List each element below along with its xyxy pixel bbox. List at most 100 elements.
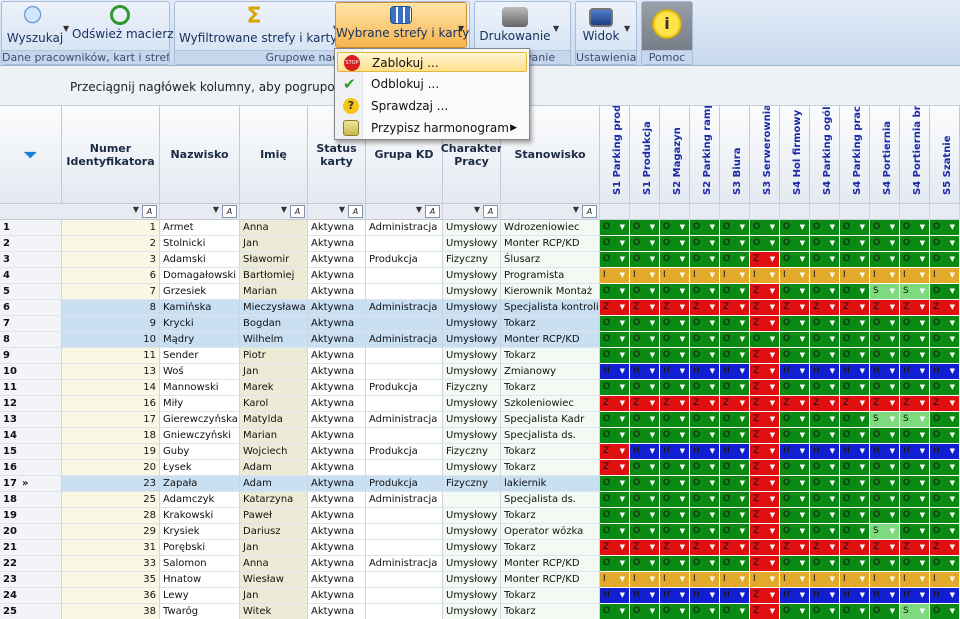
zone-access-cell[interactable]: Z ▼ [750,380,780,396]
print-button[interactable]: Drukowanie [479,5,551,49]
zone-access-cell[interactable]: O ▼ [780,508,810,524]
table-cell-pos[interactable]: Wdrozeniowiec [501,220,600,236]
chevron-down-icon[interactable]: ▼ [800,540,805,555]
zone-access-cell[interactable]: O ▼ [720,524,750,540]
chevron-down-icon[interactable]: ▼ [680,348,685,363]
filter-cell[interactable] [840,204,870,220]
chevron-down-icon[interactable]: ▼ [860,476,865,491]
chevron-down-icon[interactable]: ▼ [830,476,835,491]
zone-access-cell[interactable]: Z ▼ [750,300,780,316]
filter-cell[interactable] [630,204,660,220]
zone-access-cell[interactable]: O ▼ [600,556,630,572]
zone-access-cell[interactable]: H ▼ [660,588,690,604]
table-cell-last[interactable]: Twaróg [160,604,240,619]
zone-access-cell[interactable]: O ▼ [780,380,810,396]
table-cell-work[interactable]: Fizyczny [443,380,501,396]
table-cell-last[interactable]: Salomon [160,556,240,572]
zone-access-cell[interactable]: I ▼ [840,268,870,284]
zone-access-cell[interactable]: H ▼ [780,444,810,460]
zone-access-cell[interactable]: Z ▼ [750,540,780,556]
zone-access-cell[interactable]: Z ▼ [720,300,750,316]
chevron-down-icon[interactable]: ▼ [620,412,625,427]
chevron-down-icon[interactable]: ▼ [680,460,685,475]
table-cell-id[interactable]: 2 [62,236,160,252]
table-row[interactable]: 22 33 Salomon Anna Aktywna Administracja Umysł… [0,556,960,572]
chevron-down-icon[interactable]: ▼ [950,492,955,507]
table-cell-grp[interactable] [366,268,443,284]
table-cell-last[interactable]: Domagałowski [160,268,240,284]
chevron-down-icon[interactable]: ▼ [950,332,955,347]
zone-access-cell[interactable]: O ▼ [600,284,630,300]
table-cell-work[interactable]: Fizyczny [443,476,501,492]
filter-dropdown-icon[interactable]: ▼ [281,205,287,214]
zone-access-cell[interactable]: O ▼ [900,556,930,572]
zone-access-cell[interactable]: Z ▼ [750,556,780,572]
table-row[interactable]: 15 19 Guby Wojciech Aktywna Produkcja Fizyczny… [0,444,960,460]
table-cell-pos[interactable]: Kierownik Montaż [501,284,600,300]
chevron-down-icon[interactable]: ▼ [890,396,895,411]
table-cell-grp[interactable] [366,524,443,540]
table-cell-last[interactable]: Gniewczyński [160,428,240,444]
zone-access-cell[interactable]: I ▼ [900,268,930,284]
zone-access-cell[interactable]: H ▼ [780,364,810,380]
zone-access-cell[interactable]: O ▼ [720,604,750,619]
zone-access-cell[interactable]: O ▼ [870,460,900,476]
zone-access-cell[interactable]: O ▼ [810,220,840,236]
chevron-down-icon[interactable]: ▼ [920,540,925,555]
chevron-down-icon[interactable]: ▼ [680,540,685,555]
chevron-down-icon[interactable]: ▼ [890,476,895,491]
filter-cell[interactable] [780,204,810,220]
chevron-down-icon[interactable]: ▼ [800,444,805,459]
chevron-down-icon[interactable]: ▼ [620,604,625,619]
zone-access-cell[interactable]: O ▼ [720,332,750,348]
table-cell-id[interactable]: 38 [62,604,160,619]
chevron-down-icon[interactable]: ▼ [710,236,715,251]
chevron-down-icon[interactable]: ▼ [620,556,625,571]
zone-access-cell[interactable]: O ▼ [930,524,960,540]
table-cell-pos[interactable]: Tokarz [501,588,600,604]
zone-access-cell[interactable]: O ▼ [900,380,930,396]
chevron-down-icon[interactable]: ▼ [740,364,745,379]
zone-access-cell[interactable]: I ▼ [720,572,750,588]
zone-access-cell[interactable]: O ▼ [870,604,900,619]
zone-access-cell[interactable]: O ▼ [690,492,720,508]
chevron-down-icon[interactable]: ▼ [800,588,805,603]
chevron-down-icon[interactable]: ▼ [890,300,895,315]
zone-access-cell[interactable]: O ▼ [840,284,870,300]
chevron-down-icon[interactable]: ▼ [740,380,745,395]
chevron-down-icon[interactable]: ▼ [458,24,464,33]
table-row[interactable]: 3 3 Adamski Sławomir Aktywna Produkcja Fizyczn… [0,252,960,268]
zone-access-cell[interactable]: I ▼ [600,268,630,284]
zone-access-cell[interactable]: O ▼ [690,460,720,476]
chevron-down-icon[interactable]: ▼ [710,348,715,363]
zone-access-cell[interactable]: O ▼ [810,380,840,396]
zone-access-cell[interactable]: I ▼ [660,268,690,284]
chevron-down-icon[interactable]: ▼ [830,348,835,363]
table-cell-last[interactable]: Mannowski [160,380,240,396]
chevron-down-icon[interactable]: ▼ [860,572,865,587]
table-cell-first[interactable]: Adam [240,460,308,476]
zone-access-cell[interactable]: O ▼ [810,604,840,619]
table-cell-pos[interactable]: Monter RCP/KD [501,556,600,572]
chevron-down-icon[interactable]: ▼ [740,412,745,427]
zone-access-cell[interactable]: O ▼ [600,412,630,428]
table-cell-grp[interactable] [366,460,443,476]
table-row[interactable]: 2 2 Stolnicki Jan Aktywna Umysłowy Monter RCP/… [0,236,960,252]
zone-access-cell[interactable]: O ▼ [840,332,870,348]
zone-access-cell[interactable]: O ▼ [630,236,660,252]
chevron-down-icon[interactable]: ▼ [950,300,955,315]
row-number[interactable]: 9 [0,348,62,364]
chevron-down-icon[interactable]: ▼ [860,316,865,331]
zone-access-cell[interactable]: I ▼ [750,572,780,588]
chevron-down-icon[interactable]: ▼ [620,540,625,555]
chevron-down-icon[interactable]: ▼ [650,572,655,587]
filter-cell[interactable] [810,204,840,220]
table-cell-last[interactable]: Mądry [160,332,240,348]
zone-access-cell[interactable]: Z ▼ [600,460,630,476]
table-cell-work[interactable]: Umysłowy [443,588,501,604]
chevron-down-icon[interactable]: ▼ [770,300,775,315]
table-cell-first[interactable]: Paweł [240,508,308,524]
zone-access-cell[interactable]: O ▼ [780,236,810,252]
table-cell-status[interactable]: Aktywna [308,508,366,524]
zone-access-cell[interactable]: H ▼ [900,588,930,604]
